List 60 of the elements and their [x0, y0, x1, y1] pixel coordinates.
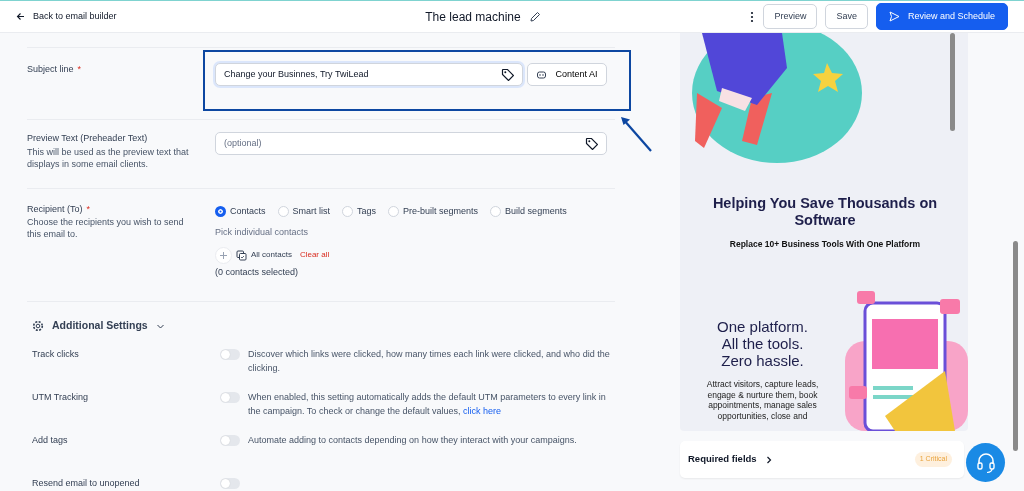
toggle-switch[interactable]: [220, 349, 240, 361]
radio-option[interactable]: Contacts: [215, 204, 266, 219]
section-title[interactable]: Additional Settings: [52, 318, 148, 335]
header-button[interactable]: Preview: [763, 3, 818, 30]
clear-all-link[interactable]: Clear all: [299, 249, 330, 262]
support-chat-button[interactable]: [966, 443, 1005, 482]
toggle-switch[interactable]: [220, 478, 240, 490]
back-arrow-icon: [16, 12, 25, 21]
setting-description: Automate adding to contacts depending on how they interact with your campaigns.: [248, 434, 578, 448]
subject-input[interactable]: Change your Businnes, Try TwiLead: [224, 67, 501, 82]
toggle-switch[interactable]: [220, 435, 240, 447]
radio-option[interactable]: Build segments: [490, 204, 567, 219]
email-heading: Helping You Save Thousands on Software: [711, 195, 939, 229]
scrollbar-thumb[interactable]: [950, 33, 955, 131]
review-button[interactable]: Review and Schedule: [875, 2, 1008, 31]
scrollbar-thumb[interactable]: [1013, 241, 1018, 451]
tag-icon[interactable]: [501, 68, 514, 81]
field-label: Subject line: [27, 64, 74, 74]
campaign-title: The lead machine: [425, 8, 521, 26]
required-fields-label: Required fields: [688, 452, 757, 467]
help-text: This will be used as the preview text that displays in some email clients.: [27, 145, 190, 170]
plus-icon: [220, 251, 227, 259]
setting-label: Add tags: [32, 435, 68, 446]
send-icon: [888, 11, 900, 22]
setting-label: UTM Tracking: [32, 392, 88, 403]
preview-text-input[interactable]: (optional): [224, 136, 585, 151]
help-text: Choose the recipients you wish to send this email to.: [27, 216, 185, 241]
click-here-link[interactable]: click here: [463, 405, 501, 416]
required-mark: *: [77, 64, 82, 74]
more-options-icon[interactable]: [749, 10, 756, 23]
robot-icon: [536, 69, 548, 80]
pencil-icon[interactable]: [528, 10, 541, 23]
radio-option[interactable]: Tags: [342, 204, 377, 219]
preview-text-field[interactable]: (optional): [215, 132, 607, 155]
tag-icon[interactable]: [585, 137, 598, 150]
header-button[interactable]: Save: [825, 3, 868, 30]
headset-icon: [975, 451, 996, 474]
all-contacts-link[interactable]: All contacts: [251, 249, 292, 262]
annotation-arrow-icon: [619, 115, 653, 153]
email-body-text: Attract visitors, capture leads, engage & nurture them, book appointments, manage sales opportunities, close and: [705, 379, 820, 422]
setting-label: Resend email to unopened: [32, 478, 140, 489]
email-tagline: One platform. All the tools. Zero hassle.: [716, 319, 809, 370]
setting-description: When enabled, this setting automatically adds the default UTM parameters to every link in the campaign. To check or change the default values, click here: [248, 391, 607, 418]
back-link[interactable]: Back to email builder: [16, 9, 117, 24]
setting-description: Discover which links were clicked, how many times each link were clicked, and who did the clicking.: [248, 348, 611, 375]
gear-icon[interactable]: [32, 320, 44, 333]
subject-field[interactable]: Change your Businnes, Try TwiLead: [215, 63, 523, 86]
content-ai-button[interactable]: Content AI: [527, 63, 607, 86]
hint-text: Pick individual contacts: [215, 226, 310, 240]
toggle-switch[interactable]: [220, 392, 240, 404]
required-mark: *: [86, 203, 91, 214]
field-label: Recipient (To): [27, 203, 83, 214]
copy-check-icon[interactable]: [236, 249, 247, 261]
field-label: Preview Text (Preheader Text): [27, 133, 148, 143]
email-subheading: Replace 10+ Business Tools With One Platform: [728, 238, 922, 251]
radio-option[interactable]: Smart list: [277, 204, 331, 219]
contacts-count: (0 contacts selected): [215, 265, 300, 279]
chevron-right-icon: [764, 455, 773, 464]
radio-option[interactable]: Pre-built segments: [388, 204, 479, 219]
setting-label: Track clicks: [32, 349, 79, 360]
